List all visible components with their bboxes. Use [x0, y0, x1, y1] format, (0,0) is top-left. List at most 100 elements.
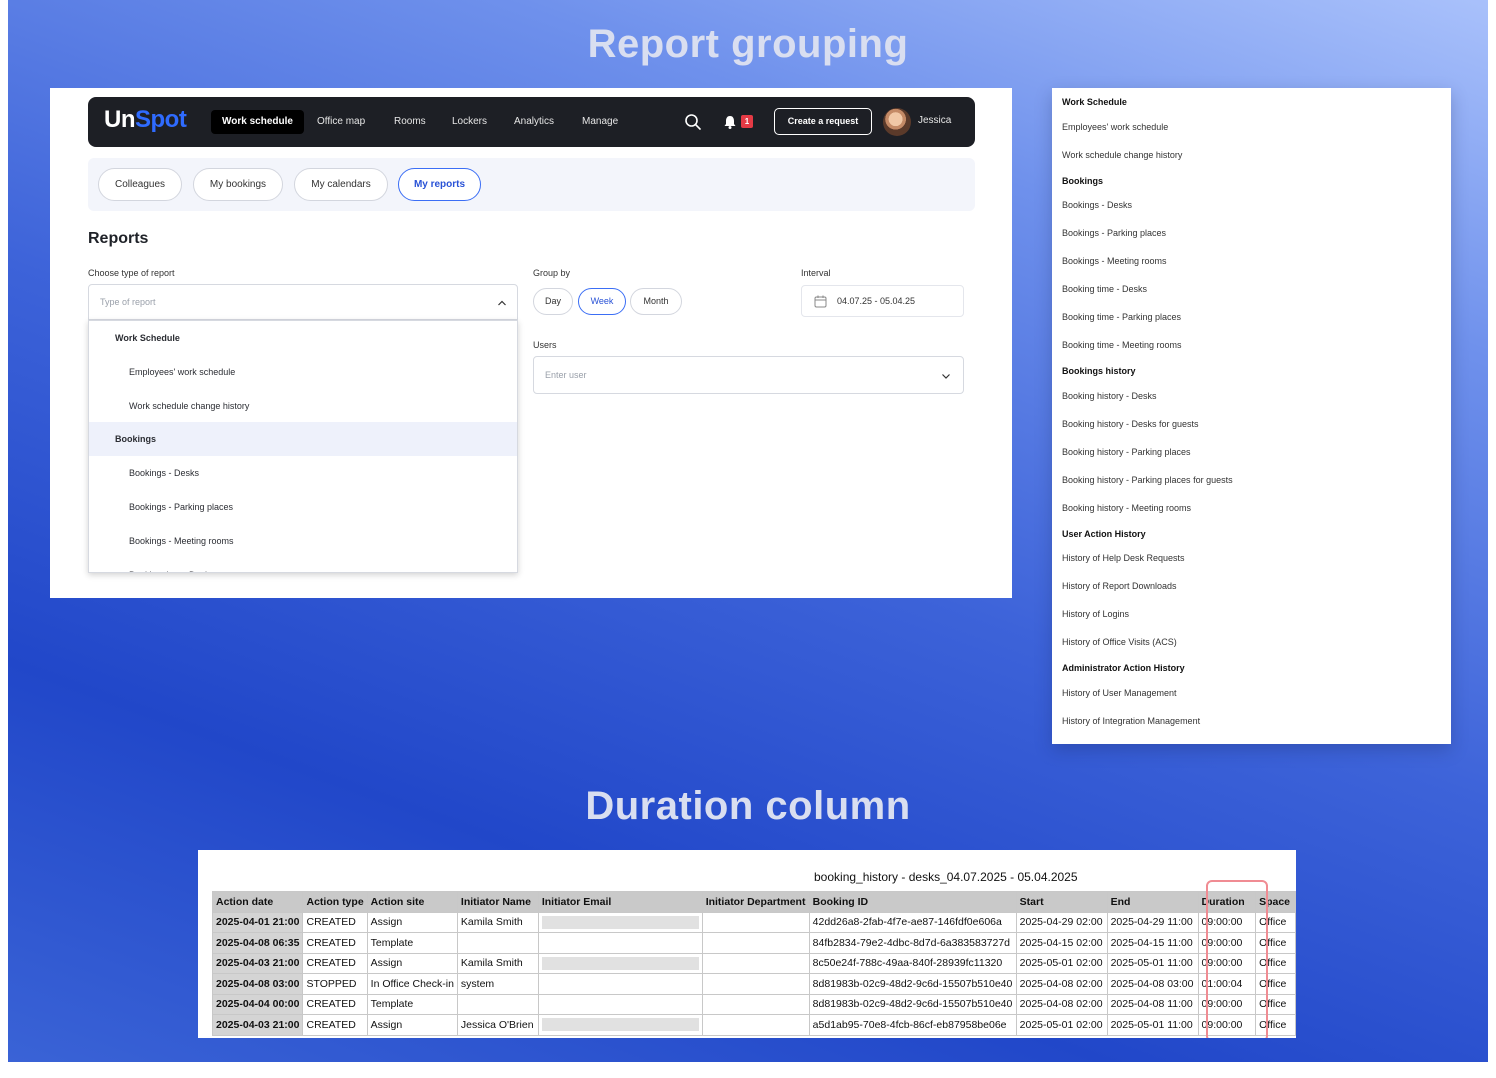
- table-cell: [701, 911, 810, 933]
- group-by-label: Group by: [533, 268, 571, 278]
- interval-value: 04.07.25 - 05.04.25: [837, 296, 916, 306]
- list-item[interactable]: Booking time - Meeting rooms: [1062, 340, 1182, 350]
- list-item[interactable]: Booking history - Parking places for gue…: [1062, 475, 1233, 485]
- nav-work-schedule[interactable]: Work schedule: [211, 110, 304, 134]
- dropdown-option[interactable]: Bookings - Desks: [89, 456, 517, 490]
- dropdown-option[interactable]: Bookings - Meeting rooms: [89, 524, 517, 558]
- table-cell: 8d81983b-02c9-48d2-9c6d-15507b510e40: [808, 993, 1017, 1015]
- table-cell: CREATED: [302, 1014, 368, 1036]
- logo[interactable]: UnSpot: [104, 106, 187, 134]
- table-cell: 2025-04-03 21:00: [211, 1014, 304, 1036]
- group-by-day[interactable]: Day: [533, 288, 573, 315]
- list-item[interactable]: History of Help Desk Requests: [1062, 553, 1185, 563]
- table-cell: CREATED: [302, 993, 368, 1015]
- calendar-icon: [814, 295, 827, 308]
- table-cell: 2025-05-01 11:00: [1106, 1014, 1199, 1036]
- report-type-select[interactable]: Type of report: [88, 284, 518, 320]
- chevron-up-icon: [498, 300, 506, 306]
- table-cell: [701, 993, 810, 1015]
- list-group-header: Work Schedule: [1062, 97, 1127, 107]
- list-group-header: User Action History: [1062, 528, 1146, 539]
- list-item[interactable]: Booking history - Parking places: [1062, 447, 1191, 457]
- list-item[interactable]: Employees' work schedule: [1062, 122, 1168, 132]
- list-item[interactable]: Booking history - Desks: [1062, 391, 1157, 401]
- list-item[interactable]: History of Report Downloads: [1062, 581, 1177, 591]
- search-icon[interactable]: [684, 113, 702, 131]
- app-window: UnSpot Work schedule Office map Rooms Lo…: [50, 88, 1012, 598]
- create-request-button[interactable]: Create a request: [774, 108, 872, 135]
- table-row: 2025-04-03 21:00 CREATED Assign Jessica O'B…: [211, 1014, 1296, 1036]
- table-cell: Template: [366, 993, 458, 1015]
- nav-lockers[interactable]: Lockers: [441, 110, 498, 134]
- column-header: Initiator Name: [456, 891, 539, 913]
- dropdown-option[interactable]: Work schedule change history: [89, 389, 517, 423]
- tab-my-bookings[interactable]: My bookings: [193, 168, 283, 201]
- list-item[interactable]: Work schedule change history: [1062, 150, 1182, 160]
- list-item[interactable]: Booking time - Parking places: [1062, 312, 1181, 322]
- report-type-label: Choose type of report: [88, 268, 175, 278]
- table-cell: 42dd26a8-2fab-4f7e-ae87-146fdf0e606a: [808, 911, 1017, 933]
- table-cell: 2025-05-01 02:00: [1015, 952, 1108, 974]
- group-by-month[interactable]: Month: [630, 288, 682, 315]
- dropdown-option[interactable]: Booking time - Desks: [89, 558, 517, 572]
- list-item[interactable]: Bookings - Meeting rooms: [1062, 256, 1167, 266]
- table-cell: 2025-04-01 21:00: [211, 911, 304, 933]
- table-row: 2025-04-08 03:00 STOPPED In Office Check-i…: [211, 973, 1296, 995]
- tab-colleagues[interactable]: Colleagues: [98, 168, 182, 201]
- sheet-title: booking_history - desks_04.07.2025 - 05.…: [814, 870, 1078, 884]
- table-cell: STOPPED: [302, 973, 368, 995]
- tab-my-calendars[interactable]: My calendars: [294, 168, 388, 201]
- spreadsheet-export: booking_history - desks_04.07.2025 - 05.…: [198, 850, 1296, 1038]
- list-item[interactable]: History of Logins: [1062, 609, 1129, 619]
- report-type-dropdown: Work Schedule Employees' work schedule Wor…: [88, 320, 518, 573]
- nav-manage[interactable]: Manage: [571, 110, 629, 134]
- column-header: Start: [1015, 891, 1108, 913]
- tab-my-reports[interactable]: My reports: [398, 168, 481, 201]
- nav-analytics[interactable]: Analytics: [503, 110, 565, 134]
- column-header: Action date: [211, 891, 304, 913]
- table-cell: 2025-04-08 03:00: [211, 973, 304, 995]
- table-row: 2025-04-08 06:35 CREATED Template 84fb2834-…: [211, 932, 1296, 954]
- redacted-email: [541, 956, 699, 970]
- list-item[interactable]: Bookings - Desks: [1062, 200, 1132, 210]
- interval-picker[interactable]: 04.07.25 - 05.04.25: [801, 285, 964, 317]
- nav-rooms[interactable]: Rooms: [383, 110, 437, 134]
- table-cell: 2025-04-04 00:00: [211, 993, 304, 1015]
- list-item[interactable]: Booking history - Meeting rooms: [1062, 503, 1191, 513]
- user-input[interactable]: Enter user: [533, 356, 964, 394]
- list-item[interactable]: Booking time - Desks: [1062, 284, 1147, 294]
- interval-label: Interval: [801, 268, 831, 278]
- logo-text-spot: Spot: [135, 106, 187, 133]
- table-cell: system: [456, 973, 539, 995]
- report-table: Action date Action type Action site Initiat…: [211, 891, 1296, 1036]
- column-header: Action type: [302, 891, 368, 913]
- table-cell: CREATED: [302, 952, 368, 974]
- group-by-week[interactable]: Week: [578, 288, 626, 315]
- nav-office-map[interactable]: Office map: [306, 110, 376, 134]
- redacted-email: [541, 915, 699, 929]
- list-item[interactable]: History of User Management: [1062, 688, 1177, 698]
- section-title-duration-column: Duration column: [585, 784, 911, 828]
- table-cell: In Office Check-in: [366, 973, 458, 995]
- table-cell: [456, 993, 539, 1015]
- section-title-report-grouping: Report grouping: [587, 22, 909, 66]
- user-name[interactable]: Jessica: [918, 115, 951, 126]
- column-header: Action site: [366, 891, 458, 913]
- presentation-canvas: Report grouping UnSpot Work schedule Off…: [8, 0, 1488, 1062]
- list-item[interactable]: History of Office Visits (ACS): [1062, 637, 1177, 647]
- bell-icon[interactable]: [722, 114, 738, 130]
- table-cell: Assign: [366, 1014, 458, 1036]
- avatar[interactable]: [883, 108, 911, 136]
- table-row: 2025-04-04 00:00 CREATED Template 8d81983b-…: [211, 993, 1296, 1015]
- table-cell: 2025-04-08 11:00: [1106, 993, 1199, 1015]
- dropdown-option[interactable]: Employees' work schedule: [89, 355, 517, 389]
- list-item[interactable]: History of Integration Management: [1062, 716, 1200, 726]
- list-item[interactable]: Booking history - Desks for guests: [1062, 419, 1199, 429]
- table-cell: 2025-04-08 03:00: [1106, 973, 1199, 995]
- dropdown-option[interactable]: Bookings - Parking places: [89, 490, 517, 524]
- table-cell: [537, 952, 703, 974]
- list-item[interactable]: Bookings - Parking places: [1062, 228, 1166, 238]
- table-cell: 2025-04-29 11:00: [1106, 911, 1199, 933]
- table-cell: [537, 932, 703, 954]
- column-header: Initiator Department: [701, 891, 810, 913]
